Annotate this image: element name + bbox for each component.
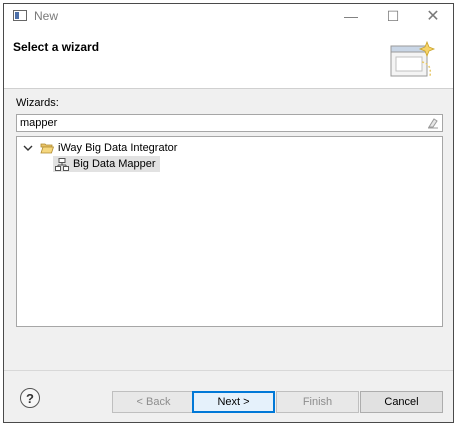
help-button[interactable]: ? [20,388,40,408]
page-title: Select a wizard [13,40,100,54]
window-title: New [34,9,59,23]
finish-button[interactable]: Finish [276,391,359,413]
title-bar[interactable]: New — ☐ ✕ [4,4,453,28]
wizard-banner: Select a wizard [4,28,453,89]
tree-category-label: iWay Big Data Integrator [58,142,178,154]
mapper-icon [55,157,69,171]
tree-item-label: Big Data Mapper [73,158,156,170]
minimize-button[interactable]: — [330,4,372,28]
clear-filter-icon[interactable] [427,117,439,129]
wizard-filter[interactable] [16,114,443,132]
back-button[interactable]: < Back [112,391,195,413]
app-window-icon [13,10,27,21]
tree-item-iway-big-data-integrator[interactable]: iWay Big Data Integrator [22,140,177,156]
cancel-button[interactable]: Cancel [360,391,443,413]
new-wizard-dialog: New — ☐ ✕ Select a wizard Wizards: mappe… [3,3,454,423]
tree-item-big-data-mapper[interactable]: Big Data Mapper [53,156,160,172]
chevron-down-icon[interactable] [22,142,34,154]
wizards-label: Wizards: [16,97,59,109]
maximize-button[interactable]: ☐ [372,4,414,28]
filter-input[interactable] [20,116,415,130]
wizard-tree[interactable]: iWay Big Data Integrator Big Data Mapper [16,136,443,327]
next-button[interactable]: Next > [192,391,275,413]
wizard-banner-icon [390,40,436,77]
folder-open-icon [40,143,54,154]
close-button[interactable]: ✕ [412,4,454,28]
button-bar-divider [4,370,453,371]
